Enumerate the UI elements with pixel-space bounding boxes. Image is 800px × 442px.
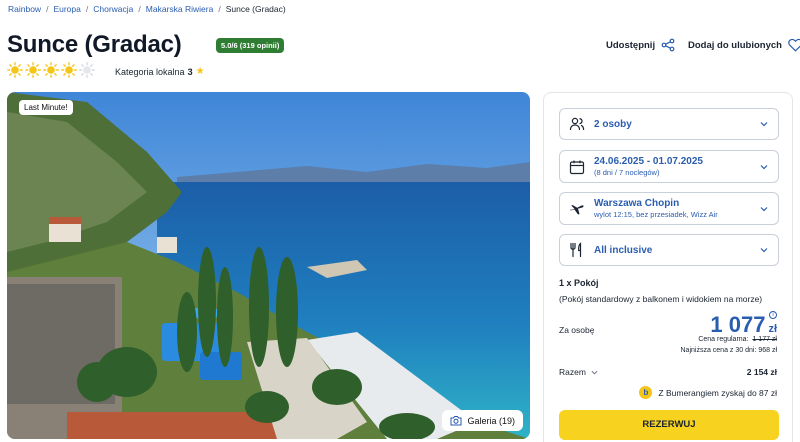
- plane-icon: [570, 204, 584, 214]
- reserve-button[interactable]: REZERWUJ: [559, 410, 779, 440]
- price-value: 1 077: [710, 312, 766, 337]
- share-button[interactable]: Udostępnij: [606, 38, 675, 52]
- booking-panel: 2 osoby 24.06.2025 - 01.07.2025 (8 dni /…: [543, 92, 793, 442]
- dates-sub: (8 dni / 7 noclegów): [594, 168, 660, 177]
- price-per-person: 1 077 zł: [710, 312, 777, 338]
- sun-icon: [7, 62, 23, 78]
- page-title: Sunce (Gradac): [7, 31, 182, 58]
- breadcrumb-separator: /: [46, 4, 49, 14]
- rating-badge[interactable]: 5.0/6 (319 opinii): [216, 38, 285, 53]
- star-icon: ★: [195, 66, 205, 77]
- users-icon: [569, 117, 585, 131]
- chevron-down-icon: [760, 206, 768, 211]
- camera-icon: [450, 416, 462, 426]
- breadcrumb: Rainbow / Europa / Chorwacja / Makarska …: [8, 4, 286, 14]
- sun-icon: [43, 62, 59, 78]
- hotel-photo[interactable]: Last Minute! Galeria (19): [7, 92, 530, 439]
- last-minute-badge: Last Minute!: [19, 100, 73, 115]
- sun-icon: [25, 62, 41, 78]
- regular-price: Cena regularna: 1 177 zł: [698, 336, 777, 343]
- breadcrumb-separator: /: [218, 4, 221, 14]
- dates-select[interactable]: 24.06.2025 - 01.07.2025 (8 dni / 7 nocle…: [559, 150, 779, 183]
- flight-info: wylot 12:15, bez przesiadek, Wizz Air: [594, 210, 718, 219]
- total-value: 2 154 zł: [746, 367, 777, 377]
- fav-label: Dodaj do ulubionych: [688, 39, 782, 51]
- persons-select[interactable]: 2 osoby: [559, 108, 779, 140]
- dates-value: 24.06.2025 - 01.07.2025: [594, 156, 703, 167]
- airport-value: Warszawa Chopin: [594, 198, 680, 209]
- breadcrumb-link-europa[interactable]: Europa: [53, 4, 80, 14]
- breadcrumb-separator: /: [138, 4, 141, 14]
- regular-price-value: 1 177 zł: [752, 336, 777, 343]
- gallery-label: Galeria (19): [467, 415, 515, 426]
- chevron-down-icon: [760, 122, 768, 127]
- breadcrumb-separator: /: [85, 4, 89, 14]
- sun-empty-icon: [79, 62, 95, 78]
- local-category: Kategoria lokalna 3 ★: [115, 66, 205, 77]
- add-to-favourites-button[interactable]: Dodaj do ulubionych: [688, 38, 800, 52]
- sun-rating: [7, 62, 95, 78]
- chevron-down-icon: [760, 164, 768, 169]
- lowest-price-30-days: Najniższa cena z 30 dni: 968 zł: [680, 347, 778, 354]
- bumerang-offer[interactable]: b Z Bumerangiem zyskaj do 87 zł: [639, 386, 777, 399]
- total-label: Razem: [559, 367, 586, 377]
- gallery-button[interactable]: Galeria (19): [442, 410, 523, 431]
- regular-price-label: Cena regularna:: [698, 336, 749, 343]
- breadcrumb-current: Sunce (Gradac): [225, 4, 286, 14]
- share-icon: [661, 38, 675, 52]
- category-label: Kategoria lokalna: [115, 66, 185, 77]
- calendar-icon: [569, 160, 585, 174]
- price-currency: zł: [768, 323, 777, 335]
- breadcrumb-link-makarska[interactable]: Makarska Riwiera: [146, 4, 214, 14]
- board-select[interactable]: All inclusive: [559, 234, 779, 266]
- departure-airport-select[interactable]: Warszawa Chopin wylot 12:15, bez przesia…: [559, 192, 779, 225]
- per-person-label: Za osobę: [559, 325, 595, 335]
- room-description: (Pokój standardowy z balkonem i widokiem…: [559, 294, 763, 304]
- total-toggle[interactable]: Razem: [559, 367, 598, 377]
- chevron-down-icon: [760, 248, 768, 253]
- persons-value: 2 osoby: [594, 118, 632, 130]
- category-value: 3: [187, 66, 193, 77]
- bumerang-icon: b: [639, 386, 653, 399]
- board-value: All inclusive: [594, 244, 653, 256]
- fork-knife-icon: [570, 242, 582, 258]
- sun-icon: [61, 62, 77, 78]
- heart-icon: [788, 38, 800, 52]
- room-count: 1 x Pokój: [559, 278, 599, 288]
- bumerang-text: Z Bumerangiem zyskaj do 87 zł: [658, 387, 777, 398]
- breadcrumb-link-chorwacja[interactable]: Chorwacja: [93, 4, 133, 14]
- share-label: Udostępnij: [606, 39, 656, 51]
- hotel-photo-image: [7, 92, 530, 439]
- chevron-down-icon: [591, 370, 598, 375]
- breadcrumb-link-rainbow[interactable]: Rainbow: [8, 4, 41, 14]
